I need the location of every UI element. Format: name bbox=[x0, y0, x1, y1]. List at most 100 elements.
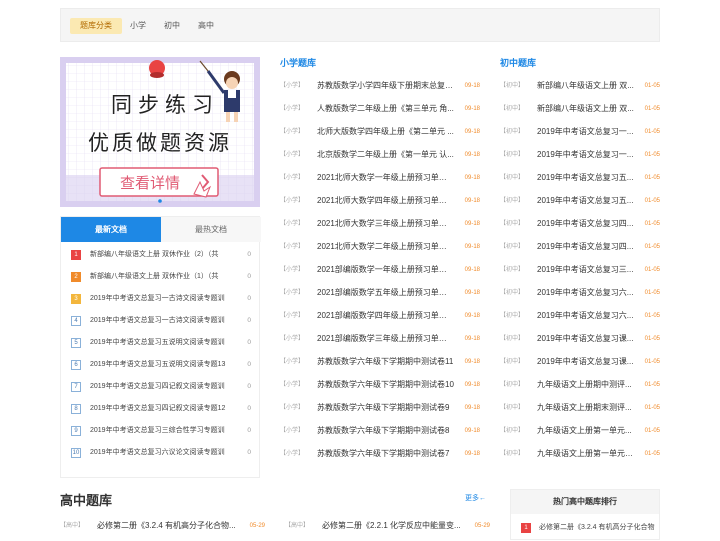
question-title: 2019年中考语文总复习四... bbox=[537, 219, 634, 228]
grade-tag: 【小学】 bbox=[280, 83, 305, 89]
question-title: 苏教版数学六年级下学期期中测试卷9 bbox=[317, 403, 450, 412]
filter-tab-primary[interactable]: 小学 bbox=[124, 18, 152, 34]
question-title: 新部编八年级语文上册 双... bbox=[537, 104, 634, 113]
document-title: 2019年中考语文总复习一古诗文阅读专题训 bbox=[90, 295, 225, 302]
question-row[interactable]: 【小学】 2021部编版数学一年级上册预习单练习 09-18 bbox=[280, 261, 480, 281]
question-row[interactable]: 【初中】 2019年中考语文总复习课... 01-05 bbox=[500, 353, 660, 373]
grade-tag: 【小学】 bbox=[280, 267, 305, 273]
rank-badge: 3 bbox=[71, 294, 81, 304]
view-count: 0 bbox=[247, 251, 251, 258]
hot-title: 必修第二册《3.2.4 有机高分子化合物 bbox=[539, 524, 655, 531]
question-row[interactable]: 【小学】 2021北师大数学四年级上册预习单练习 09-18 bbox=[280, 192, 480, 212]
grade-tag: 【小学】 bbox=[280, 244, 305, 250]
publish-date: 09-18 bbox=[464, 382, 480, 388]
question-row[interactable]: 【初中】 2019年中考语文总复习四... 01-05 bbox=[500, 215, 660, 235]
more-link-label: 更多 bbox=[465, 495, 479, 502]
question-row[interactable]: 【初中】 2019年中考语文总复习四... 01-05 bbox=[500, 238, 660, 258]
question-row[interactable]: 【初中】 2019年中考语文总复习课... 01-05 bbox=[500, 330, 660, 350]
question-title: 2021北师大数学二年级上册预习单练习 bbox=[317, 242, 454, 251]
document-row[interactable]: 1 新部编八年级语文上册 双休作业（2）（共 0 bbox=[61, 243, 261, 265]
question-row[interactable]: 【初中】 九年级语文上册期末测评... 01-05 bbox=[500, 399, 660, 419]
question-row[interactable]: 【初中】 新部编八年级语文上册 双... 01-05 bbox=[500, 77, 660, 97]
question-row[interactable]: 【小学】 2021部编版数学四年级上册预习单练习 09-18 bbox=[280, 307, 480, 327]
promo-banner[interactable]: 同步练习 优质做题资源 查看详情 bbox=[60, 57, 260, 207]
view-count: 0 bbox=[247, 427, 251, 434]
publish-date: 01-05 bbox=[644, 405, 660, 411]
question-row[interactable]: 【小学】 2021北师大数学三年级上册预习单练习 09-18 bbox=[280, 215, 480, 235]
grade-tag: 【高中】 bbox=[285, 523, 310, 529]
tab-hot-documents[interactable]: 最热文档 bbox=[161, 217, 261, 242]
tab-latest-documents[interactable]: 最新文档 bbox=[61, 217, 161, 242]
question-title: 2019年中考语文总复习课... bbox=[537, 334, 634, 343]
question-row[interactable]: 【小学】 北京版数学二年级上册《第一单元 认... 09-18 bbox=[280, 146, 480, 166]
question-row[interactable]: 【小学】 苏教版数学六年级下学期期中测试卷10 09-18 bbox=[280, 376, 480, 396]
document-row[interactable]: 9 2019年中考语文总复习三综合性学习专题训 0 bbox=[61, 419, 261, 441]
question-title: 2021部编版数学三年级上册预习单练习 bbox=[317, 334, 454, 343]
document-row[interactable]: 6 2019年中考语文总复习五说明文阅读专题13 0 bbox=[61, 353, 261, 375]
filter-tab-category[interactable]: 题库分类 bbox=[70, 18, 122, 34]
rank-badge: 9 bbox=[71, 426, 81, 436]
rank-badge: 4 bbox=[71, 316, 81, 326]
question-row[interactable]: 【小学】 2021部编版数学三年级上册预习单练习 09-18 bbox=[280, 330, 480, 350]
question-row[interactable]: 【初中】 2019年中考语文总复习一... 01-05 bbox=[500, 146, 660, 166]
document-row[interactable]: 5 2019年中考语文总复习五说明文阅读专题训 0 bbox=[61, 331, 261, 353]
publish-date: 09-18 bbox=[464, 83, 480, 89]
question-row[interactable]: 【初中】 九年级语文上册第一单元... 01-05 bbox=[500, 422, 660, 442]
question-row[interactable]: 【小学】 2021部编版数学五年级上册预习单练习 09-18 bbox=[280, 284, 480, 304]
view-count: 0 bbox=[247, 317, 251, 324]
document-row[interactable]: 10 2019年中考语文总复习六议论文阅读专题训 0 bbox=[61, 441, 261, 463]
hot-row[interactable]: 1 必修第二册《3.2.4 有机高分子化合物 bbox=[511, 519, 659, 541]
question-row[interactable]: 【小学】 苏教版数学六年级下学期期中测试卷11 09-18 bbox=[280, 353, 480, 373]
document-row[interactable]: 3 2019年中考语文总复习一古诗文阅读专题训 0 bbox=[61, 287, 261, 309]
view-count: 0 bbox=[247, 273, 251, 280]
question-row[interactable]: 【初中】 2019年中考语文总复习六... 01-05 bbox=[500, 307, 660, 327]
grade-tag: 【初中】 bbox=[500, 267, 525, 273]
more-link[interactable]: 更多← bbox=[465, 493, 486, 503]
question-row[interactable]: 【初中】 九年级语文上册期中测评... 01-05 bbox=[500, 376, 660, 396]
question-row[interactable]: 【小学】 2021北师大数学二年级上册预习单练习 09-18 bbox=[280, 238, 480, 258]
question-title: 2019年中考语文总复习六... bbox=[537, 311, 634, 320]
document-row[interactable]: 2 新部编八年级语文上册 双休作业（1）（共 0 bbox=[61, 265, 261, 287]
question-row[interactable]: 【初中】 2019年中考语文总复习三... 01-05 bbox=[500, 261, 660, 281]
document-row[interactable]: 4 2019年中考语文总复习一古诗文阅读专题训 0 bbox=[61, 309, 261, 331]
question-row[interactable]: 【小学】 北师大版数学四年级上册《第二单元 ... 09-18 bbox=[280, 123, 480, 143]
document-title: 新部编八年级语文上册 双休作业（2）（共 bbox=[90, 251, 219, 258]
question-row[interactable]: 【小学】 苏教版数学六年级下学期期中测试卷8 09-18 bbox=[280, 422, 480, 442]
question-title: 2019年中考语文总复习四... bbox=[537, 242, 634, 251]
question-title: 2021北师大数学三年级上册预习单练习 bbox=[317, 219, 454, 228]
publish-date: 01-05 bbox=[644, 382, 660, 388]
publish-date: 01-05 bbox=[644, 152, 660, 158]
question-row[interactable]: 【小学】 苏教版数学六年级下学期期中测试卷7 09-18 bbox=[280, 445, 480, 465]
question-row[interactable]: 【初中】 九年级语文上册第一单元5... 01-05 bbox=[500, 445, 660, 465]
document-title: 2019年中考语文总复习五说明文阅读专题13 bbox=[90, 361, 226, 368]
primary-section-title[interactable]: 小学题库 bbox=[280, 56, 316, 69]
publish-date: 01-05 bbox=[644, 129, 660, 135]
document-row[interactable]: 7 2019年中考语文总复习四记叙文阅读专题训 0 bbox=[61, 375, 261, 397]
question-row[interactable]: 【小学】 2021北师大数学一年级上册预习单练习 09-18 bbox=[280, 169, 480, 189]
question-title: 2021部编版数学四年级上册预习单练习 bbox=[317, 311, 454, 320]
question-row[interactable]: 【小学】 苏教版数学小学四年级下册期末总复习... 09-18 bbox=[280, 77, 480, 97]
question-row[interactable]: 【小学】 苏教版数学六年级下学期期中测试卷9 09-18 bbox=[280, 399, 480, 419]
question-row[interactable]: 【高中】 必修第二册《3.2.4 有机高分子化合物... 05-29 bbox=[60, 517, 265, 537]
question-title: 2021部编版数学一年级上册预习单练习 bbox=[317, 265, 454, 274]
question-row[interactable]: 【初中】 2019年中考语文总复习五... 01-05 bbox=[500, 169, 660, 189]
question-row[interactable]: 【初中】 新部编八年级语文上册 双... 01-05 bbox=[500, 100, 660, 120]
filter-tab-senior[interactable]: 高中 bbox=[192, 18, 220, 34]
junior-section-title[interactable]: 初中题库 bbox=[500, 56, 536, 69]
publish-date: 01-05 bbox=[644, 106, 660, 112]
question-row[interactable]: 【初中】 2019年中考语文总复习一... 01-05 bbox=[500, 123, 660, 143]
question-title: 2021北师大数学四年级上册预习单练习 bbox=[317, 196, 454, 205]
publish-date: 09-18 bbox=[464, 336, 480, 342]
document-title: 2019年中考语文总复习五说明文阅读专题训 bbox=[90, 339, 225, 346]
publish-date: 09-18 bbox=[464, 428, 480, 434]
grade-tag: 【小学】 bbox=[280, 106, 305, 112]
question-row[interactable]: 【初中】 2019年中考语文总复习六... 01-05 bbox=[500, 284, 660, 304]
question-row[interactable]: 【小学】 人教版数学二年级上册《第三单元 角... 09-18 bbox=[280, 100, 480, 120]
filter-tab-junior[interactable]: 初中 bbox=[158, 18, 186, 34]
question-row[interactable]: 【初中】 2019年中考语文总复习五... 01-05 bbox=[500, 192, 660, 212]
document-row[interactable]: 8 2019年中考语文总复习四记叙文阅读专题12 0 bbox=[61, 397, 261, 419]
question-title: 2019年中考语文总复习一... bbox=[537, 150, 634, 159]
hot-ranking-title: 热门高中题库排行 bbox=[511, 490, 659, 514]
rank-badge: 6 bbox=[71, 360, 81, 370]
question-row[interactable]: 【高中】 必修第二册《2.2.1 化学反应中能量变... 05-29 bbox=[285, 517, 490, 537]
